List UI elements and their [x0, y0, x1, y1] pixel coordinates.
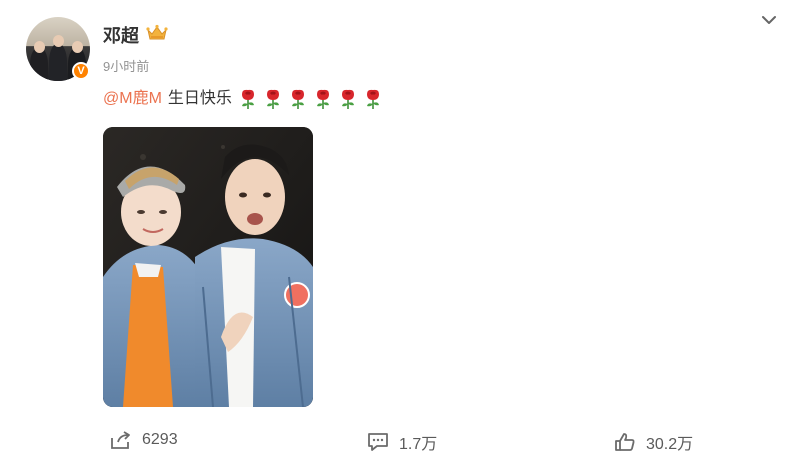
post-timestamp[interactable]: 9小时前 — [103, 56, 149, 75]
comment-icon — [368, 433, 388, 451]
weibo-post-card: V 邓超 9小时前 @M鹿M 生日快乐 6293 1.7万 30.2万 — [0, 0, 796, 460]
post-text: @M鹿M 生日快乐 — [103, 88, 384, 110]
thumbs-up-icon — [615, 433, 635, 451]
comment-count: 1.7万 — [399, 436, 438, 453]
rose-icon — [291, 89, 304, 109]
share-count: 6293 — [142, 431, 178, 448]
rose-icon — [316, 89, 329, 109]
avatar-figure — [49, 43, 67, 81]
verified-icon: V — [72, 62, 90, 80]
like-count: 30.2万 — [646, 436, 694, 453]
rose-icon — [241, 89, 254, 109]
post-photo-art — [103, 127, 313, 407]
author-name[interactable]: 邓超 — [103, 22, 139, 48]
rose-emoji-group — [234, 88, 384, 110]
share-icon — [111, 431, 130, 449]
post-body: 生日快乐 — [167, 90, 232, 107]
chevron-down-icon[interactable] — [761, 14, 777, 26]
avatar-face — [34, 41, 45, 53]
share-button[interactable]: 6293 — [110, 430, 178, 450]
rose-icon — [266, 89, 279, 109]
crown-icon — [146, 24, 168, 40]
rose-icon — [366, 89, 379, 109]
like-button[interactable]: 30.2万 — [614, 430, 693, 454]
avatar-face — [53, 35, 64, 47]
rose-icon — [341, 89, 354, 109]
comment-button[interactable]: 1.7万 — [367, 430, 437, 454]
avatar-face — [72, 41, 83, 53]
post-photo[interactable] — [103, 127, 313, 407]
mention-link[interactable]: @M鹿M — [103, 88, 162, 110]
